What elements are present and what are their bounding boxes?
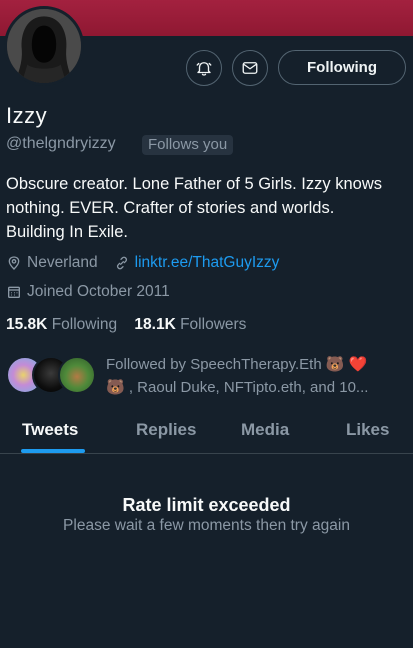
following-count: 15.8K (6, 316, 48, 333)
hooded-figure-image (7, 9, 81, 83)
followed-by-line: 🐻 , Raoul Duke, NFTipto.eth, and 10... (106, 379, 369, 396)
message-button[interactable] (232, 50, 268, 86)
followed-by-text[interactable]: Followed by SpeechTherapy.Eth 🐻 ❤️ 🐻 , R… (106, 353, 396, 399)
follows-you-badge: Follows you (142, 135, 234, 155)
profile-handle: @thelgndryizzy (6, 135, 116, 152)
profile-joined-date: Joined October 2011 (27, 283, 170, 300)
profile-meta-row: Neverland linktr.ee/ThatGuyIzzy (6, 254, 279, 272)
following-stat[interactable]: 15.8K Following (6, 316, 117, 333)
followed-by-line: Followed by SpeechTherapy.Eth 🐻 ❤️ (106, 356, 368, 373)
mutual-follower-avatar (58, 356, 96, 394)
bell-icon (196, 62, 212, 76)
profile-joined-row: Joined October 2011 (6, 283, 170, 301)
rate-limit-subtitle: Please wait a few moments then try again (63, 517, 350, 534)
following-button[interactable]: Following (278, 50, 406, 85)
followers-count: 18.1K (134, 316, 176, 333)
notifications-button[interactable] (186, 50, 222, 86)
active-tab-indicator (21, 449, 85, 453)
profile-name: Izzy (6, 103, 48, 128)
location-pin-icon (8, 256, 20, 270)
followers-stat[interactable]: 18.1K Followers (134, 316, 246, 333)
rate-limit-title: Rate limit exceeded (122, 495, 291, 515)
profile-bio: Obscure creator. Lone Father of 5 Girls.… (6, 175, 382, 241)
profile-avatar[interactable] (4, 6, 84, 86)
profile-location: Neverland (27, 254, 98, 271)
calendar-icon (8, 286, 20, 298)
profile-stats: 15.8K Following 18.1K Followers (6, 316, 246, 334)
profile-website-link[interactable]: linktr.ee/ThatGuyIzzy (135, 254, 280, 272)
tab-likes[interactable]: Likes (346, 406, 389, 453)
envelope-icon (242, 62, 258, 74)
profile-tabs: Tweets Replies Media Likes (0, 406, 413, 454)
tab-replies[interactable]: Replies (136, 406, 196, 453)
tab-media[interactable]: Media (241, 406, 289, 453)
tab-tweets[interactable]: Tweets (22, 406, 78, 453)
link-icon (116, 256, 127, 270)
following-label: Following (51, 316, 118, 333)
followers-label: Followers (180, 316, 247, 333)
mutual-followers-avatars[interactable] (6, 356, 100, 396)
